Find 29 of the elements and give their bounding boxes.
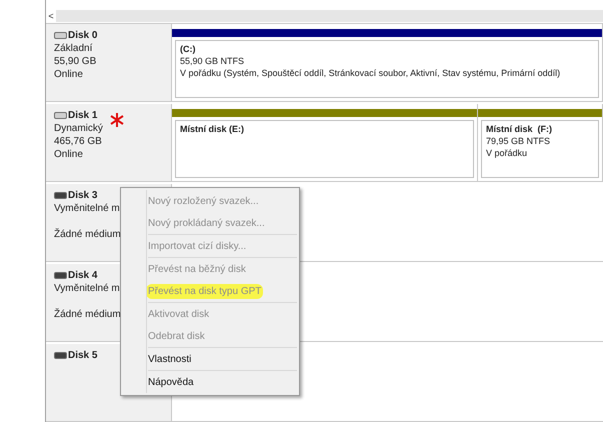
menu-item[interactable]: Vlastnosti xyxy=(148,348,297,370)
partition-title: Místní disk (F:) xyxy=(486,123,553,135)
disk-name: Disk 3 xyxy=(68,189,98,202)
disk-name: Disk 4 xyxy=(68,269,98,282)
partition-title: (C:) xyxy=(180,43,196,55)
partition-info: 79,95 GB NTFS xyxy=(486,135,552,147)
disk-info: Vyměnitelné m xyxy=(54,202,121,215)
disk-name: Disk 5 xyxy=(68,349,98,362)
disk-name: Disk 1 xyxy=(68,109,98,122)
partition-title: Místní disk (E:) xyxy=(180,123,246,135)
disk-info: Online xyxy=(54,68,84,81)
disk-info: 55,90 GB xyxy=(54,55,98,68)
disk-info: Dynamický xyxy=(54,122,104,135)
disk-info: Základní xyxy=(54,42,94,55)
partition[interactable]: Místní disk (F:) 79,95 GB NTFS V pořádku xyxy=(478,104,603,181)
partition-info: 55,90 GB NTFS xyxy=(180,55,246,67)
asterisk-mark-icon xyxy=(110,112,124,128)
disk-label-panel[interactable]: Disk 1 Dynamický 465,76 GB Online xyxy=(46,104,172,181)
partition-info: V pořádku (Systém, Spouštěcí oddíl, Stránkovací soubor, Aktivní, Stav systému, Primární oddíl) xyxy=(180,67,562,79)
disk-info: Online xyxy=(54,148,84,161)
partition[interactable]: Místní disk (E:) xyxy=(172,104,478,181)
partition[interactable]: (C:) 55,90 GB NTFS V pořádku (Systém, Spouštěcí oddíl, Stránkovací soubor, Aktivní, Stav systému, Primární oddíl) xyxy=(172,24,603,101)
disk-name: Disk 0 xyxy=(68,29,98,42)
partition-info: V pořádku xyxy=(486,147,528,159)
disk-label-panel[interactable]: Disk 0 Základní 55,90 GB Online xyxy=(46,24,172,101)
disk-info: 465,76 GB xyxy=(54,135,103,148)
menu-item[interactable]: Nápověda xyxy=(148,371,297,393)
disk-status: Žádné médium xyxy=(54,228,122,241)
horizontal-scrollbar[interactable]: < xyxy=(46,10,603,22)
